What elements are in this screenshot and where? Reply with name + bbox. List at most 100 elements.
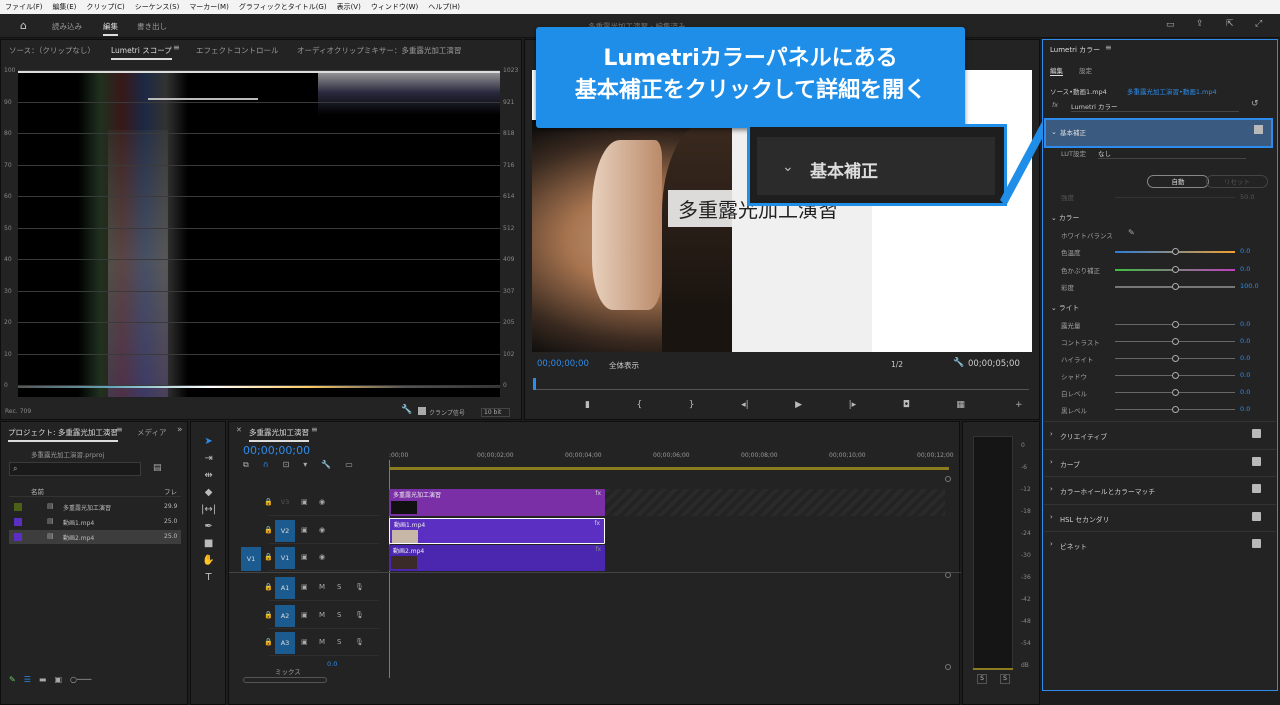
reset-button[interactable]: リセット [1206,175,1268,188]
more-tabs-icon[interactable]: » [177,426,183,435]
lumetri-section[interactable]: › カーブ [1044,448,1276,475]
window-icon[interactable]: ▭ [1166,21,1175,30]
eye-icon[interactable]: ◉ [319,553,325,561]
menu-item-2[interactable]: クリップ(C) [81,2,129,12]
play-icon[interactable]: ▶ [795,400,802,414]
track-target[interactable]: V1 [275,547,295,569]
menu-item-3[interactable]: シーケンス(S) [130,2,185,12]
quick-export-icon[interactable]: ⇱ [1226,20,1234,29]
playhead-marker[interactable] [533,378,536,390]
light-slider-knob[interactable] [1172,372,1179,379]
mute-button[interactable]: M [319,611,325,619]
section-enable-checkbox[interactable] [1252,429,1261,438]
slider-knob-sat[interactable] [1172,283,1179,290]
marker-icon[interactable]: ▾ [303,460,307,470]
section-enable-checkbox[interactable] [1252,511,1261,521]
linked-select-icon[interactable]: ⊡ [283,460,290,470]
new-bin-icon[interactable]: ▤ [153,464,162,473]
eye-icon[interactable]: ◉ [319,526,325,534]
clip-v2[interactable]: 動画1.mp4 fx [389,518,605,544]
lock-icon[interactable]: 🔒 [264,638,273,646]
project-item[interactable]: ▤ 動画1.mp4 25.0 [9,515,181,529]
solo-button[interactable]: S [337,638,341,646]
light-section[interactable]: ⌄ ライト [1051,302,1079,312]
col-fps[interactable]: フレ [164,486,177,496]
v-scroll-bot[interactable] [945,664,951,670]
light-slider-knob[interactable] [1172,338,1179,345]
track-target[interactable]: A3 [275,632,295,654]
intensity-track[interactable] [1115,197,1235,198]
slider-value-tint[interactable]: 0.0 [1240,265,1250,273]
light-slider-value[interactable]: 0.0 [1240,388,1250,396]
step-forward-icon[interactable]: |▸ [849,400,857,414]
project-item[interactable]: ▤ 動画2.mp4 25.0 [9,530,181,544]
timeline-timecode[interactable]: 00;00;00;00 [243,444,310,457]
section-basic-correction[interactable]: ⌄ 基本補正 [1044,118,1273,148]
slip-icon[interactable]: |↔| [201,504,216,515]
clip-v3[interactable]: 多重露光加工演習 fx [389,489,605,516]
pencil-icon[interactable]: ✎ [9,675,16,687]
lumetri-section[interactable]: › ビネット [1044,531,1276,557]
tab-sequence[interactable]: 多重露光加工演習 [249,427,309,442]
lut-select[interactable]: なし [1098,148,1246,159]
tab-audio-mixer[interactable]: オーディオクリップミキサー：多重露光加工演習 [297,45,461,56]
h-scrollbar[interactable] [243,677,327,683]
wrench-icon[interactable]: 🔧 [401,406,412,415]
add-marker-icon[interactable]: ▮ [585,400,590,414]
lumetri-section[interactable]: › クリエイティブ [1044,421,1276,447]
panel-menu-icon[interactable]: ≡ [173,44,180,52]
section-enable-checkbox[interactable] [1252,484,1261,493]
sequence-menu-icon[interactable]: ≡ [311,426,318,434]
eye-icon[interactable]: ◉ [319,498,325,506]
slider-value-temp[interactable]: 0.0 [1240,247,1250,255]
light-slider-knob[interactable] [1172,406,1179,413]
pen-icon[interactable]: ✒ [201,521,216,532]
track-target[interactable]: A2 [275,605,295,627]
tab-source[interactable]: ソース：（クリップなし） [9,45,95,56]
type-icon[interactable]: T [201,572,216,583]
subtab-edit[interactable]: 編集 [1050,65,1063,76]
mute-button[interactable]: M [319,638,325,646]
effect-select[interactable]: Lumetri カラー [1071,101,1239,112]
camera-icon[interactable]: ◘ [903,400,910,414]
lock-icon[interactable]: 🔒 [264,611,273,619]
mix-value[interactable]: 0.0 [327,660,337,668]
menu-item-4[interactable]: マーカー(M) [184,2,234,12]
zoom-slider[interactable]: ○─── [70,675,91,687]
captions-icon[interactable]: ▭ [345,460,353,470]
lock-icon[interactable]: 🔒 [264,498,273,506]
light-slider-value[interactable]: 0.0 [1240,354,1250,362]
track-target[interactable]: V3 [275,491,295,514]
solo-right[interactable]: S [1000,674,1010,684]
wrench-timeline-icon[interactable]: 🔧 [321,460,331,470]
slider-knob-tint[interactable] [1172,266,1179,273]
clip-v1[interactable]: 動画2.mp4 fx [389,545,605,571]
rectangle-icon[interactable]: ■ [201,538,216,549]
section-enable-checkbox[interactable] [1252,456,1261,466]
mic-icon[interactable]: 🎙 [355,583,364,591]
work-area-bar[interactable] [389,467,949,470]
clamp-checkbox[interactable] [418,407,426,415]
light-slider-knob[interactable] [1172,321,1179,328]
fit-select[interactable]: 全体表示 [609,360,639,371]
lock-icon[interactable]: 🔒 [264,553,273,561]
list-view-icon[interactable]: ☰ [24,675,31,687]
solo-button[interactable]: S [337,583,341,591]
fullscreen-icon[interactable]: ⤢ [1255,20,1262,29]
eyedropper-icon[interactable]: ✎ [1128,229,1135,237]
tab-export[interactable]: 書き出し [137,21,167,32]
source-patch-v1[interactable]: V1 [241,547,261,571]
menu-item-5[interactable]: グラフィックとタイトル(G) [234,2,332,12]
tab-edit[interactable]: 編集 [103,21,118,36]
reset-effect-icon[interactable]: ↺ [1251,100,1259,109]
project-search[interactable]: ⌕ [9,462,141,476]
menu-item-7[interactable]: ウィンドウ(W) [366,2,423,12]
lock-icon[interactable]: 🔒 [264,526,273,534]
menu-item-6[interactable]: 表示(V) [332,2,366,12]
basic-enable-checkbox[interactable] [1254,125,1263,134]
button-editor-icon[interactable]: ▦ [956,400,965,414]
bit-depth-select[interactable]: 10 bit [481,408,511,417]
auto-button[interactable]: 自動 [1147,175,1209,188]
light-slider-value[interactable]: 0.0 [1240,337,1250,345]
mark-out-icon[interactable]: } [689,400,695,414]
